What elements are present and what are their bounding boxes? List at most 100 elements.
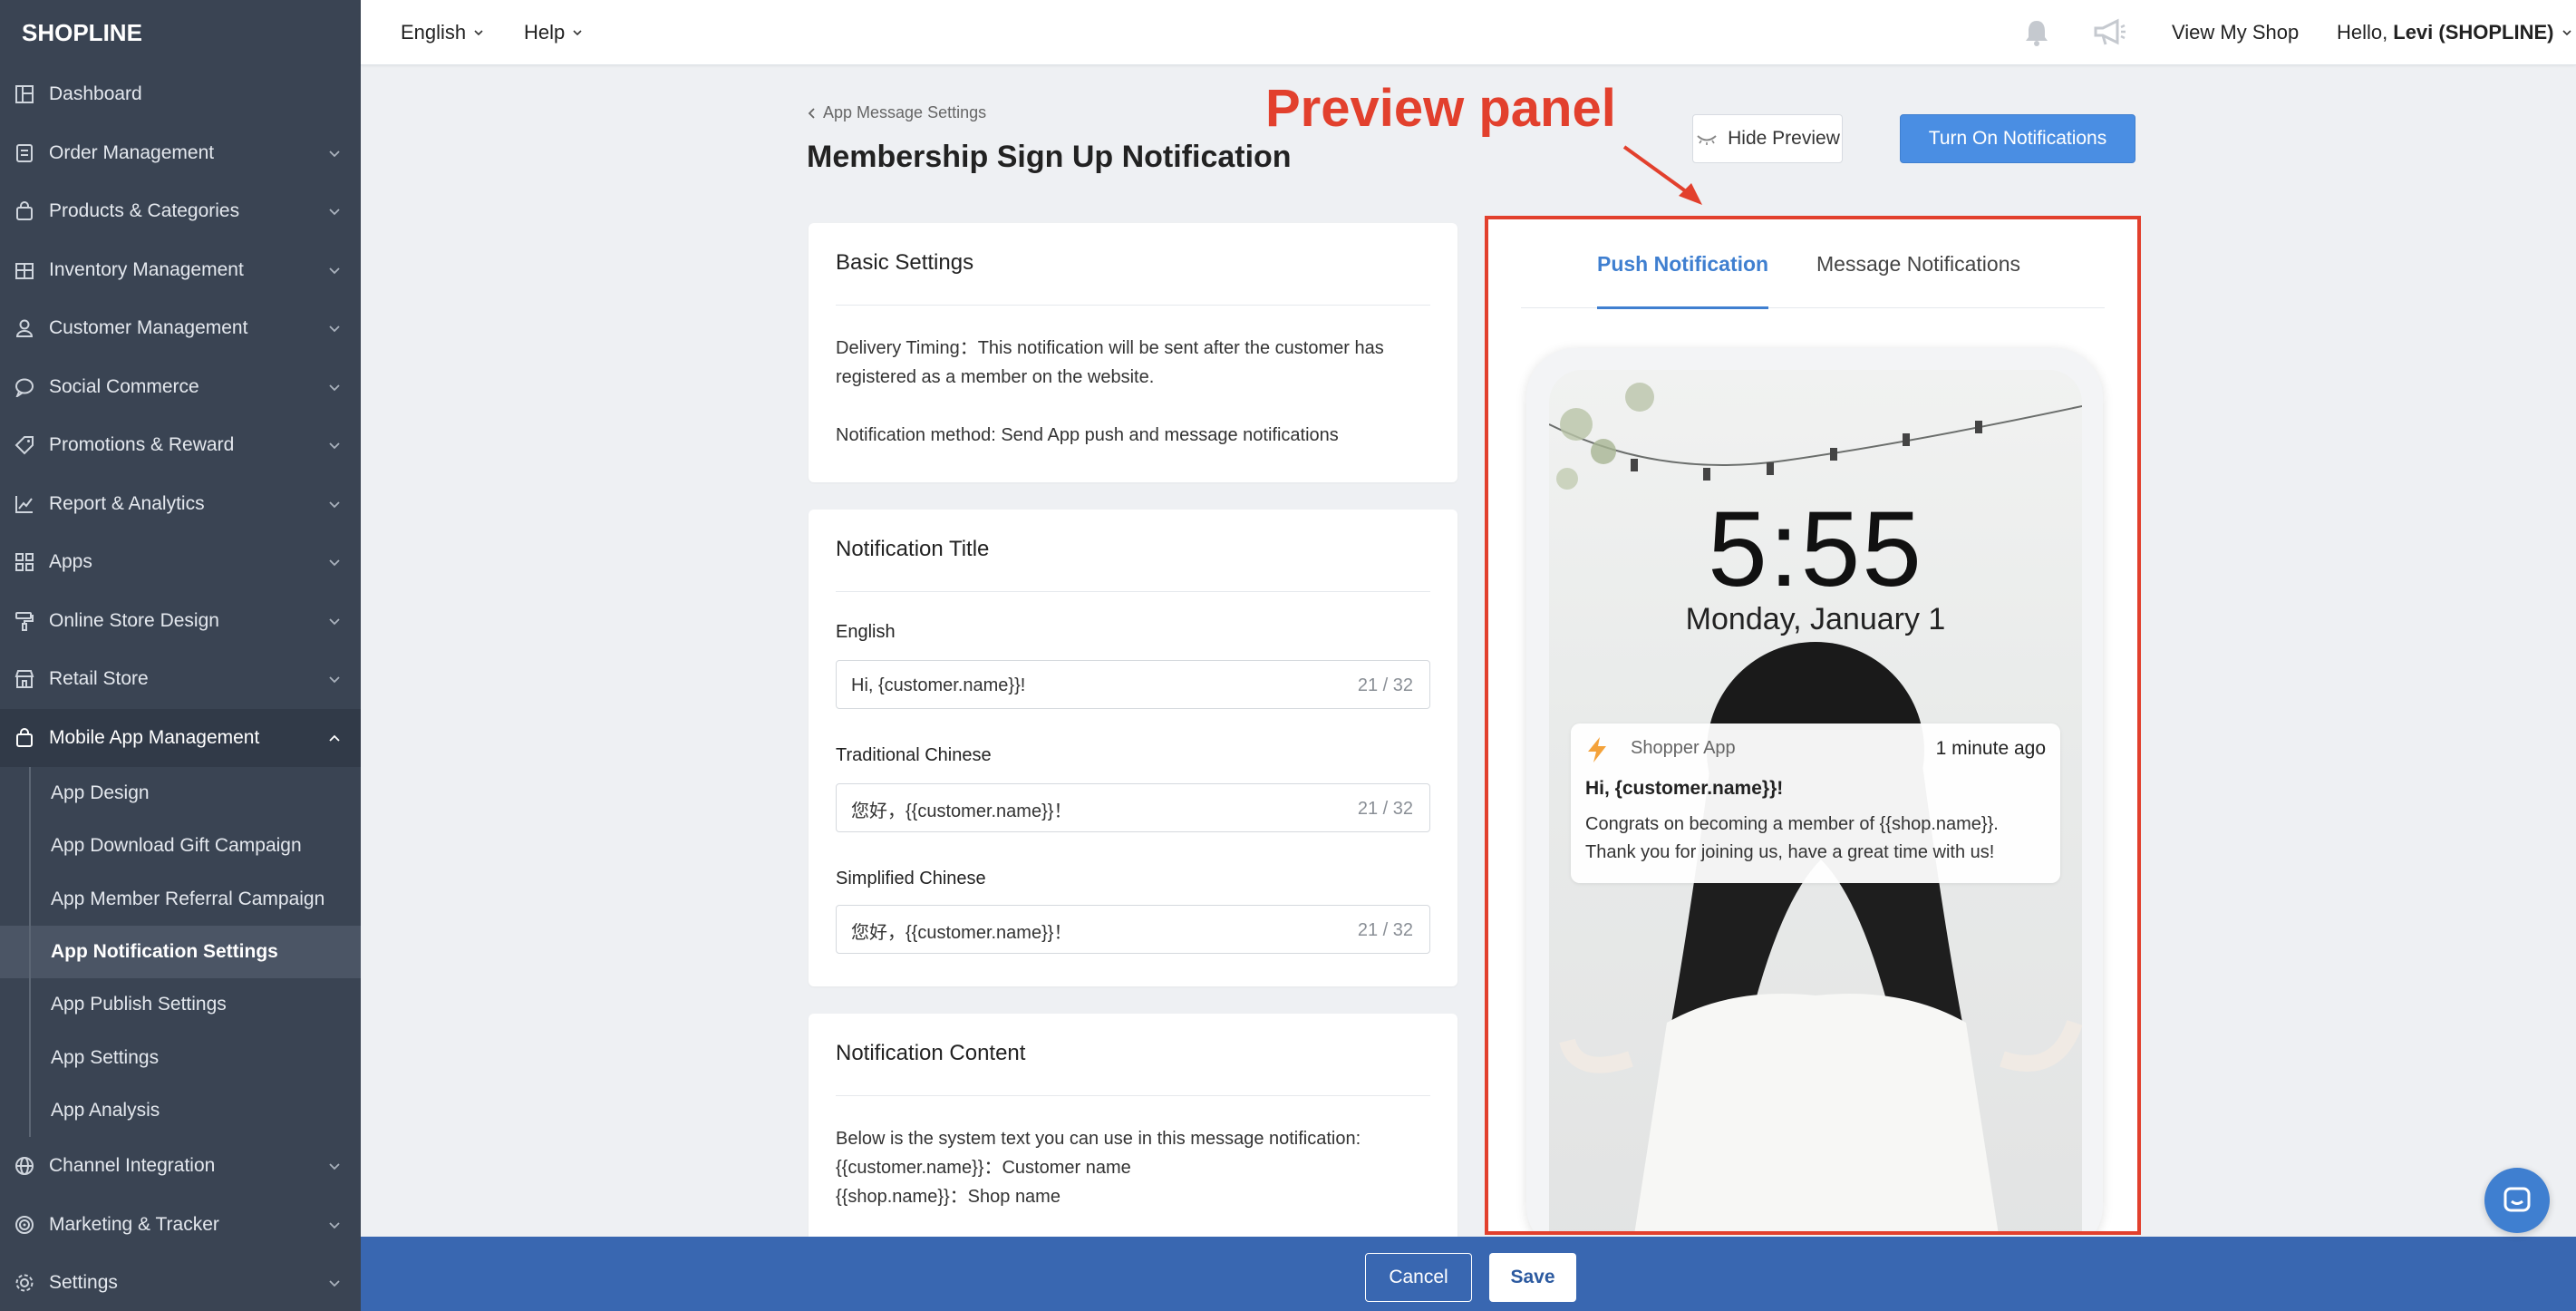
char-count: 21 / 32	[1357, 798, 1413, 819]
bell-button[interactable]	[2021, 0, 2052, 65]
sidebar-item-label: Dashboard	[49, 83, 142, 105]
inventory-icon	[15, 262, 34, 279]
user-icon	[15, 319, 34, 338]
sidebar-item-dashboard[interactable]: Dashboard	[0, 65, 361, 124]
sidebar-item-label: Retail Store	[49, 668, 149, 690]
language-dropdown[interactable]: English	[401, 0, 484, 65]
tab-push-notification[interactable]: Push Notification	[1597, 219, 1769, 309]
page-title: Membership Sign Up Notification	[807, 140, 1292, 174]
gear-icon	[15, 1274, 34, 1292]
chevron-down-icon	[329, 151, 340, 158]
mobile-bag-icon	[16, 727, 33, 747]
sidebar-item-customer[interactable]: Customer Management	[0, 299, 361, 358]
variable-customer-name: {{customer.name}}：Customer name	[836, 1158, 1131, 1178]
chevron-down-icon	[329, 384, 340, 392]
sidebar-item-channel-integration[interactable]: Channel Integration	[0, 1137, 361, 1196]
chat-bubble-icon	[15, 378, 34, 397]
turn-on-notifications-button[interactable]: Turn On Notifications	[1900, 114, 2135, 163]
bag-icon	[16, 201, 33, 221]
support-chat-button[interactable]	[2484, 1168, 2550, 1233]
chevron-down-icon	[329, 676, 340, 684]
sidebar-item-label: Report & Analytics	[49, 492, 205, 514]
traditional-chinese-title-input[interactable]: 您好，{{customer.name}}！ 21 / 32	[836, 783, 1430, 832]
sidebar-item-label: Social Commerce	[49, 375, 199, 397]
sidebar-item-order-management[interactable]: Order Management	[0, 124, 361, 183]
dashboard-icon	[15, 85, 34, 104]
help-label: Help	[524, 21, 566, 44]
hello-label: Hello,	[2337, 21, 2388, 44]
sidebar-subitem-app-settings[interactable]: App Settings	[0, 1031, 361, 1083]
sidebar-item-label: Order Management	[49, 141, 215, 163]
card-divider	[836, 1095, 1430, 1096]
cancel-button[interactable]: Cancel	[1365, 1253, 1472, 1302]
help-dropdown[interactable]: Help	[524, 0, 583, 65]
save-button[interactable]: Save	[1489, 1253, 1576, 1302]
language-label: English	[401, 21, 467, 44]
chevron-down-icon	[329, 1222, 340, 1229]
notification-body: Congrats on becoming a member of {{shop.…	[1585, 814, 1999, 862]
english-title-input[interactable]: Hi, {customer.name}}! 21 / 32	[836, 660, 1430, 709]
notification-time-ago: 1 minute ago	[1935, 738, 2046, 759]
lock-screen: 5:55 Monday, January 1 Shopper App 1 min…	[1549, 370, 2082, 1231]
sidebar-subitem-app-analysis[interactable]: App Analysis	[0, 1084, 361, 1137]
megaphone-icon	[2094, 18, 2126, 45]
apps-icon	[15, 553, 34, 572]
shopline-logo[interactable]: SHOPLINE	[0, 0, 361, 65]
sidebar-item-mobile-app-management[interactable]: Mobile App Management	[0, 708, 361, 767]
paint-roller-icon	[15, 611, 34, 631]
chat-icon	[2503, 1187, 2531, 1212]
chart-icon	[15, 495, 33, 513]
sidebar-item-label: Channel Integration	[49, 1155, 216, 1177]
variable-shop-name: {{shop.name}}：Shop name	[836, 1187, 1060, 1207]
sidebar-submenu: App Design App Download Gift Campaign Ap…	[0, 767, 361, 1138]
sidebar-item-label: Products & Categories	[49, 200, 240, 222]
sidebar-item-products[interactable]: Products & Categories	[0, 182, 361, 241]
sidebar-item-label: Customer Management	[49, 317, 248, 339]
input-value: 您好，{{customer.name}}！	[851, 922, 1072, 943]
sidebar-item-retail-store[interactable]: Retail Store	[0, 650, 361, 709]
sidebar-item-marketing-tracker[interactable]: Marketing & Tracker	[0, 1196, 361, 1255]
breadcrumb[interactable]: App Message Settings	[807, 103, 986, 122]
view-my-shop-link[interactable]: View My Shop	[2172, 0, 2299, 65]
user-menu[interactable]: Hello, Levi (SHOPLINE)	[2337, 0, 2572, 65]
sidebar-subitem-app-download-gift[interactable]: App Download Gift Campaign	[0, 820, 361, 872]
sidebar-item-settings[interactable]: Settings	[0, 1254, 361, 1311]
notification-title-card: Notification Title English Hi, {customer…	[809, 510, 1457, 986]
sidebar-subitem-app-notification-settings[interactable]: App Notification Settings	[0, 925, 361, 979]
push-notification-card: Shopper App 1 minute ago Hi, {customer.n…	[1571, 723, 2060, 883]
lightning-bolt-icon	[1588, 737, 1606, 762]
field-label: Traditional Chinese	[836, 745, 992, 765]
sidebar-item-online-store-design[interactable]: Online Store Design	[0, 592, 361, 651]
system-text-intro: Below is the system text you can use in …	[836, 1129, 1361, 1149]
sidebar-item-promotions[interactable]: Promotions & Reward	[0, 416, 361, 475]
card-divider	[836, 591, 1430, 592]
hide-preview-label: Hide Preview	[1728, 128, 1840, 149]
simplified-chinese-title-input[interactable]: 您好，{{customer.name}}！ 21 / 32	[836, 905, 1430, 954]
sidebar-item-social-commerce[interactable]: Social Commerce	[0, 358, 361, 417]
user-name: Levi (SHOPLINE)	[2393, 21, 2554, 44]
announcement-button[interactable]	[2092, 0, 2128, 65]
sidebar-subitem-app-design[interactable]: App Design	[0, 767, 361, 820]
chevron-down-icon	[329, 325, 340, 333]
hide-preview-button[interactable]: Hide Preview	[1692, 114, 1843, 163]
input-value: 您好，{{customer.name}}！	[851, 801, 1072, 821]
sidebar-item-label: Marketing & Tracker	[49, 1213, 219, 1235]
notification-app-name: Shopper App	[1631, 738, 1736, 758]
sidebar-subitem-app-publish-settings[interactable]: App Publish Settings	[0, 978, 361, 1031]
sidebar-item-apps[interactable]: Apps	[0, 533, 361, 592]
input-value: Hi, {customer.name}}!	[851, 675, 1026, 695]
submenu-rail	[29, 767, 31, 1138]
tag-icon	[15, 436, 34, 455]
target-icon	[15, 1215, 34, 1234]
chevron-left-icon	[808, 107, 815, 119]
sidebar-item-report[interactable]: Report & Analytics	[0, 475, 361, 534]
char-count: 21 / 32	[1357, 675, 1413, 695]
top-bar: English Help View My Shop Hello, Levi (S…	[361, 0, 2576, 65]
field-label: English	[836, 622, 896, 642]
char-count: 21 / 32	[1357, 919, 1413, 940]
notification-method-text: Notification method: Send App push and m…	[836, 425, 1339, 445]
sidebar-item-inventory[interactable]: Inventory Management	[0, 241, 361, 300]
sidebar-subitem-app-member-referral[interactable]: App Member Referral Campaign	[0, 873, 361, 926]
card-title: Notification Content	[836, 1041, 1026, 1065]
tab-message-notifications[interactable]: Message Notifications	[1816, 219, 2020, 308]
